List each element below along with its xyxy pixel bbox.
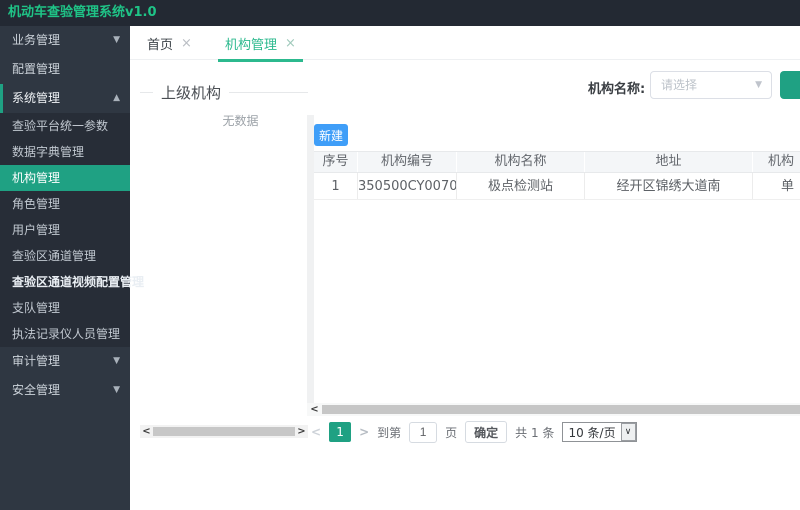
header-org-name: 机构名称 [457,152,585,172]
chevron-down-icon: ▼ [755,80,762,90]
pagination-page-1[interactable]: 1 [329,422,352,442]
header-seq: 序号 [314,152,358,172]
scroll-left-icon[interactable]: < [307,403,322,416]
sidebar-item-detachment-mgmt[interactable]: 支队管理 [0,295,130,321]
search-button[interactable] [780,71,800,99]
close-icon[interactable]: × [285,37,296,50]
scrollbar-thumb[interactable] [322,405,800,414]
tab-bar: 首页 × 机构管理 × [130,26,800,62]
parent-org-section-title: 上级机构 [140,82,308,102]
scroll-left-icon[interactable]: < [140,425,153,438]
sidebar-item-label: 审计管理 [12,354,61,368]
scroll-right-icon[interactable]: > [295,425,308,438]
pagination-prev-icon[interactable]: < [311,425,321,439]
sidebar-item-label: 业务管理 [12,33,61,47]
tree-horizontal-scrollbar[interactable]: < > [140,425,308,438]
scrollbar-thumb[interactable] [153,427,295,436]
cell-seq: 1 [314,173,358,199]
sidebar-item-recorder-personnel[interactable]: 执法记录仪人员管理 [0,321,130,347]
pagination-total-label: 共 1 条 [515,425,555,440]
pagination-next-icon[interactable]: > [359,425,369,439]
tab-org-mgmt[interactable]: 机构管理 × [218,28,303,62]
sidebar-submenu-system: 查验平台统一参数 数据字典管理 机构管理 角色管理 用户管理 查验区通道管理 查… [0,113,144,347]
close-icon[interactable]: × [181,37,192,50]
app-title: 机动车查验管理系统v1.0 [8,5,157,20]
sidebar-item-lane-mgmt[interactable]: 查验区通道管理 [0,243,130,269]
chevron-up-icon: ▲ [113,93,120,103]
vertical-scrollbar-track[interactable] [307,115,314,403]
divider-line [229,91,308,93]
chevron-down-icon: ▼ [113,356,120,366]
sidebar-item-label: 系统管理 [12,91,61,105]
header-org-type: 机构 [768,154,795,169]
table-header-row: 序号 机构编号 机构名称 地址 机构 [314,151,800,173]
sidebar-item-label: 配置管理 [12,62,61,76]
section-title-text: 上级机构 [161,83,222,102]
header-address: 地址 [585,152,753,172]
table-row: 1 350500CY0070 极点检测站 经开区锦绣大道南 单 [314,173,800,200]
tree-empty-text: 无数据 [222,114,259,128]
org-name-select[interactable]: 请选择 ▼ [650,71,772,99]
table-horizontal-scrollbar[interactable]: < [307,403,800,416]
org-table: 序号 机构编号 机构名称 地址 机构 1 350500CY0070 极点检测站 … [314,151,800,200]
sidebar-item-org-mgmt[interactable]: 机构管理 [0,165,130,191]
sidebar-item-role-mgmt[interactable]: 角色管理 [0,191,130,217]
org-name-filter-label: 机构名称: [588,82,646,97]
pagination-goto-label: 到第 [377,425,402,440]
page-size-select[interactable]: 10 条/页 ∨ [562,422,637,442]
sidebar-item-security-mgmt[interactable]: 安全管理 ▼ [0,376,130,405]
header-org-code: 机构编号 [358,152,457,172]
sidebar: 业务管理 ▼ 配置管理 系统管理 ▲ 查验平台统一参数 数据字典管理 机构管理 … [0,26,144,510]
sidebar-item-audit-mgmt[interactable]: 审计管理 ▼ [0,347,130,376]
divider-line [140,91,153,93]
sidebar-item-user-mgmt[interactable]: 用户管理 [0,217,130,243]
sidebar-item-platform-params[interactable]: 查验平台统一参数 [0,113,130,139]
select-placeholder: 请选择 [661,78,698,92]
app-window: 机动车查验管理系统v1.0 业务管理 ▼ 配置管理 系统管理 ▲ 查验平台统一参… [0,0,800,510]
chevron-down-icon: ∨ [620,423,636,441]
chevron-down-icon: ▼ [113,385,120,395]
pagination: < 1 > 到第 页 确定 共 1 条 10 条/页 ∨ [311,421,645,443]
chevron-down-icon: ▼ [113,35,120,45]
top-header: 机动车查验管理系统v1.0 [0,0,800,26]
pagination-page-unit: 页 [445,425,458,440]
sidebar-item-data-dictionary[interactable]: 数据字典管理 [0,139,130,165]
cell-address: 经开区锦绣大道南 [585,173,753,199]
sidebar-item-system-mgmt[interactable]: 系统管理 ▲ [0,84,130,113]
sidebar-item-label: 安全管理 [12,383,61,397]
page-size-value: 10 条/页 [568,425,616,440]
pagination-confirm-button[interactable]: 确定 [465,421,508,443]
tab-home[interactable]: 首页 × [140,26,199,60]
cell-org-code: 350500CY0070 [358,173,457,199]
sidebar-item-lane-video-config[interactable]: 查验区通道视频配置管理 [0,269,144,295]
sidebar-item-config-mgmt[interactable]: 配置管理 [0,55,130,84]
cell-org-name: 极点检测站 [457,173,585,199]
new-button[interactable]: 新建 [314,124,348,146]
tab-label: 首页 [147,37,174,53]
pagination-page-input[interactable] [409,421,438,443]
tab-label: 机构管理 [225,37,278,53]
cell-org-type: 单 [781,179,795,194]
sidebar-item-business-mgmt[interactable]: 业务管理 ▼ [0,26,130,55]
